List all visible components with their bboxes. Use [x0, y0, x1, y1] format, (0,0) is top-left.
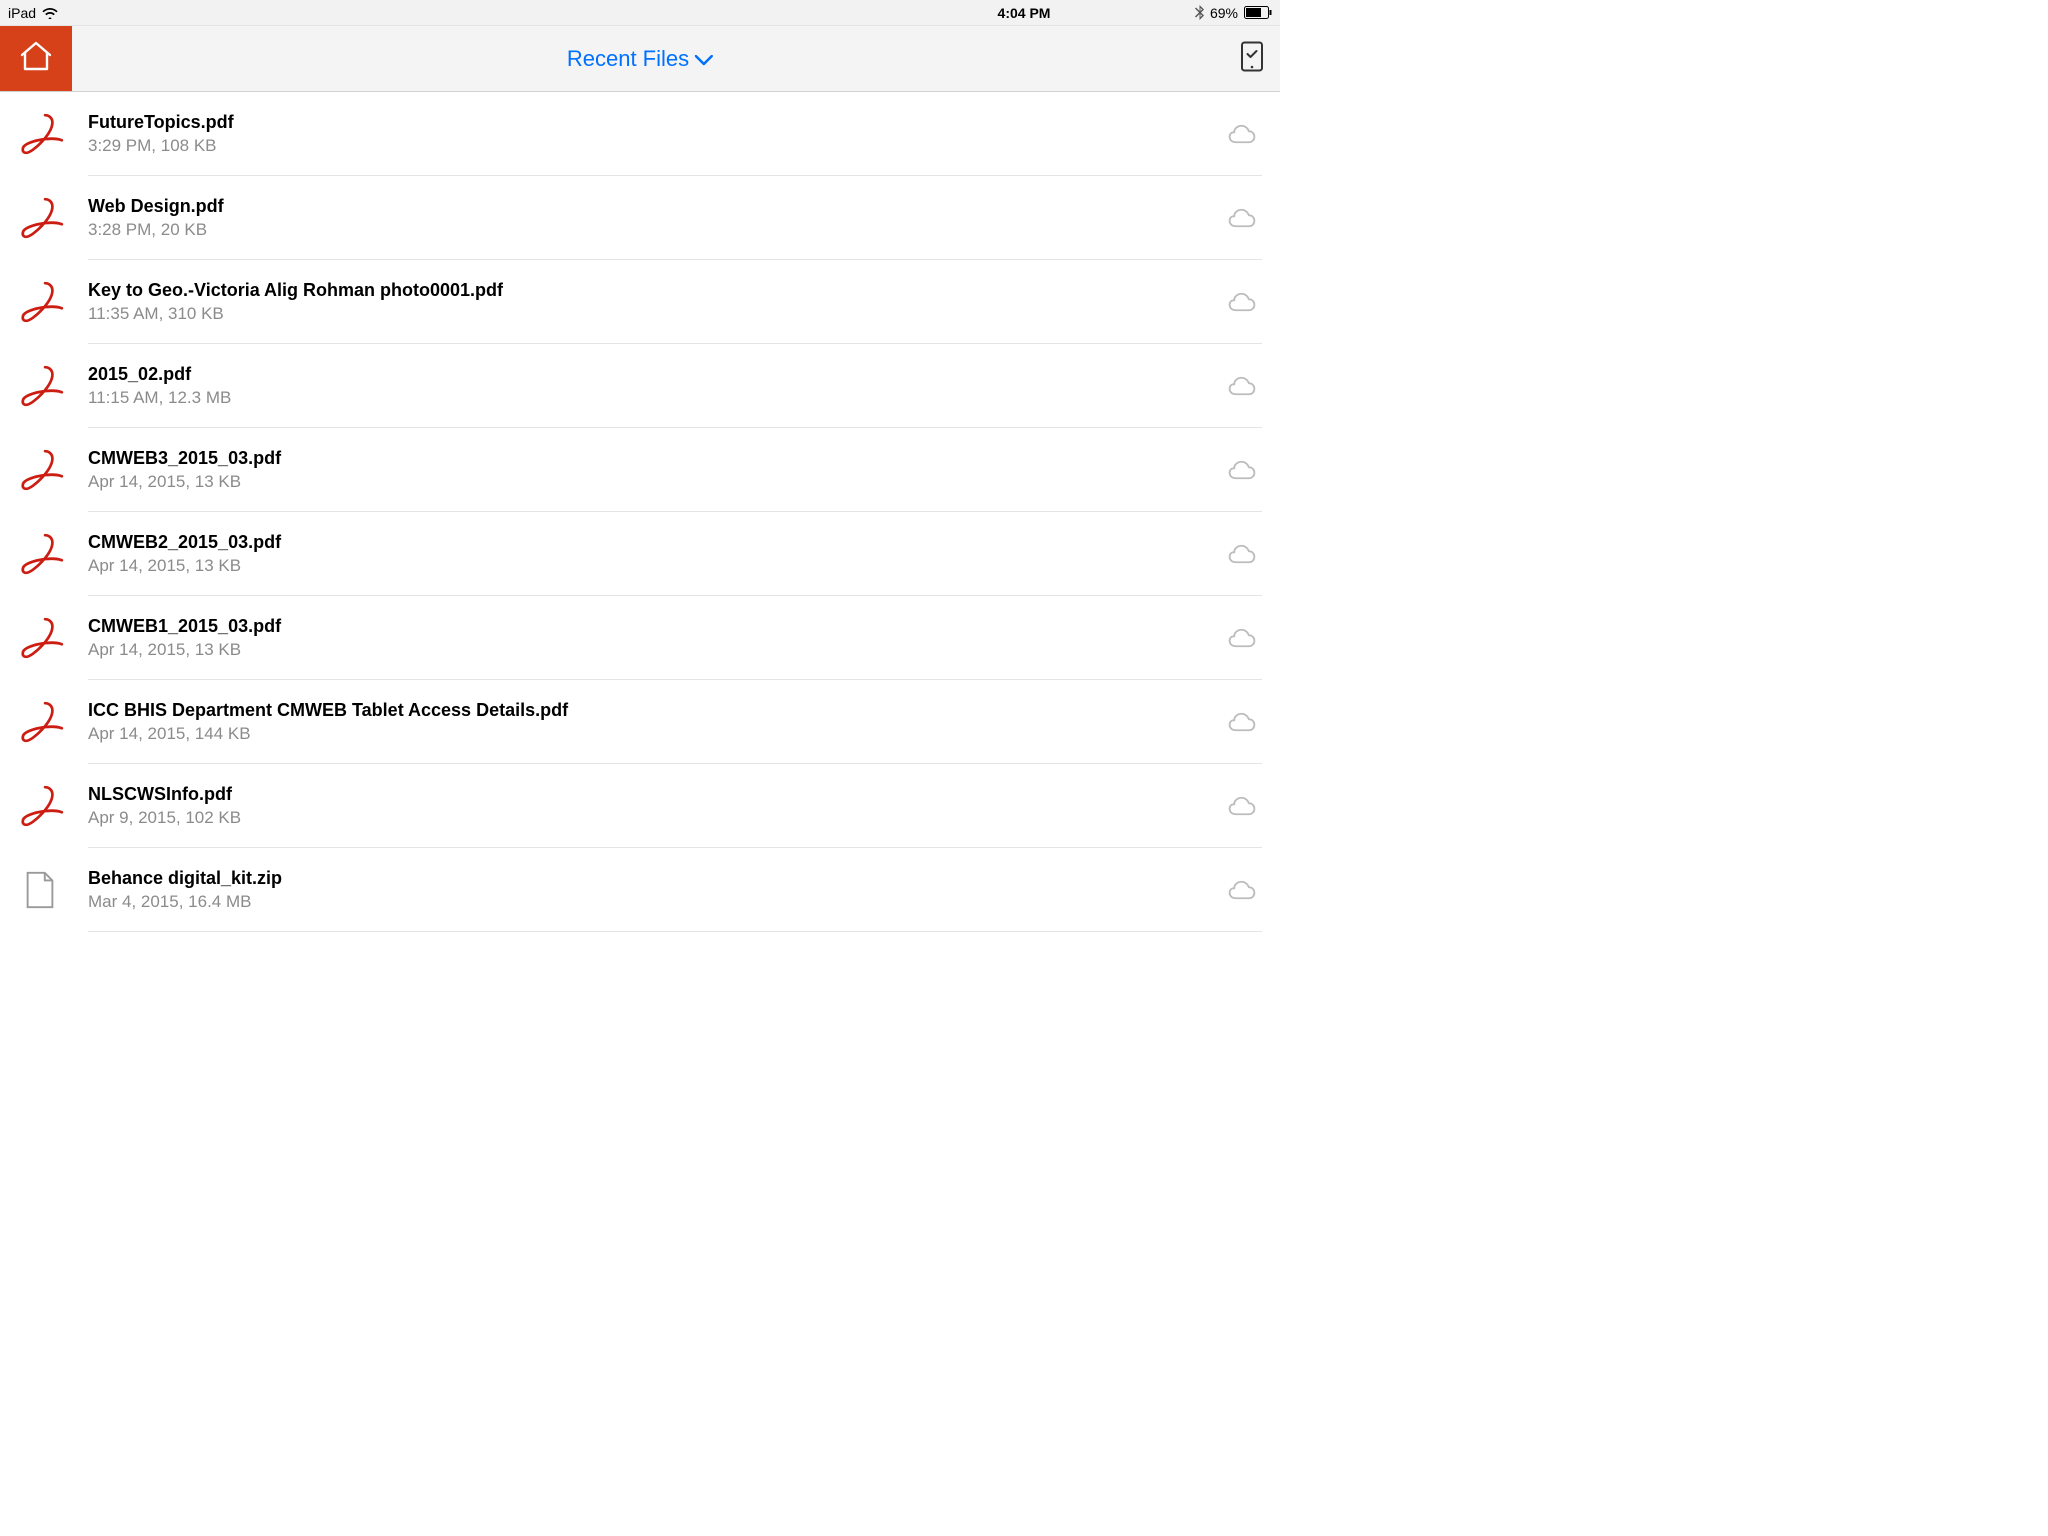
cloud-status-icon[interactable] [1222, 92, 1262, 176]
file-meta: Apr 14, 2015, 13 KB [88, 556, 1210, 576]
cloud-status-icon[interactable] [1222, 428, 1262, 512]
file-meta: 11:35 AM, 310 KB [88, 304, 1210, 324]
file-row[interactable]: ICC BHIS Department CMWEB Tablet Access … [0, 680, 1280, 764]
view-selector[interactable]: Recent Files [567, 46, 713, 72]
pdf-icon [20, 615, 88, 661]
file-row[interactable]: NLSCWSInfo.pdf Apr 9, 2015, 102 KB [0, 764, 1280, 848]
file-name: Behance digital_kit.zip [88, 868, 1210, 889]
file-row[interactable]: FutureTopics.pdf 3:29 PM, 108 KB [0, 92, 1280, 176]
cloud-status-icon[interactable] [1222, 596, 1262, 680]
device-check-icon [1240, 59, 1264, 76]
pdf-icon [20, 447, 88, 493]
pdf-icon [20, 111, 88, 157]
file-row[interactable]: CMWEB2_2015_03.pdf Apr 14, 2015, 13 KB [0, 512, 1280, 596]
status-time: 4:04 PM [998, 5, 1051, 21]
pdf-icon [20, 279, 88, 325]
file-name: 2015_02.pdf [88, 364, 1210, 385]
file-name: CMWEB2_2015_03.pdf [88, 532, 1210, 553]
cloud-status-icon[interactable] [1222, 260, 1262, 344]
file-name: NLSCWSInfo.pdf [88, 784, 1210, 805]
file-list: FutureTopics.pdf 3:29 PM, 108 KB Web Desig… [0, 92, 1280, 932]
chevron-down-icon [695, 46, 713, 72]
cloud-status-icon[interactable] [1222, 680, 1262, 764]
file-row[interactable]: CMWEB1_2015_03.pdf Apr 14, 2015, 13 KB [0, 596, 1280, 680]
file-meta: Mar 4, 2015, 16.4 MB [88, 892, 1210, 912]
file-meta: Apr 9, 2015, 102 KB [88, 808, 1210, 828]
cloud-status-icon[interactable] [1222, 512, 1262, 596]
battery-icon [1244, 6, 1272, 19]
cloud-status-icon[interactable] [1222, 848, 1262, 932]
file-name: CMWEB1_2015_03.pdf [88, 616, 1210, 637]
wifi-icon [42, 7, 58, 19]
file-name: Web Design.pdf [88, 196, 1210, 217]
file-name: ICC BHIS Department CMWEB Tablet Access … [88, 700, 1210, 721]
file-row[interactable]: Web Design.pdf 3:28 PM, 20 KB [0, 176, 1280, 260]
file-row[interactable]: CMWEB3_2015_03.pdf Apr 14, 2015, 13 KB [0, 428, 1280, 512]
file-icon [20, 867, 88, 913]
bluetooth-icon [1195, 5, 1204, 20]
battery-pct: 69% [1210, 5, 1238, 21]
device-sync-button[interactable] [1240, 40, 1264, 77]
cloud-status-icon[interactable] [1222, 344, 1262, 428]
carrier-label: iPad [8, 5, 36, 21]
file-meta: 11:15 AM, 12.3 MB [88, 388, 1210, 408]
pdf-icon [20, 363, 88, 409]
file-row[interactable]: Behance digital_kit.zip Mar 4, 2015, 16.4… [0, 848, 1280, 932]
cloud-status-icon[interactable] [1222, 764, 1262, 848]
file-meta: Apr 14, 2015, 13 KB [88, 472, 1210, 492]
view-title: Recent Files [567, 46, 689, 72]
file-name: FutureTopics.pdf [88, 112, 1210, 133]
pdf-icon [20, 195, 88, 241]
pdf-icon [20, 699, 88, 745]
file-meta: Apr 14, 2015, 13 KB [88, 640, 1210, 660]
cloud-status-icon[interactable] [1222, 176, 1262, 260]
file-row[interactable]: 2015_02.pdf 11:15 AM, 12.3 MB [0, 344, 1280, 428]
file-meta: Apr 14, 2015, 144 KB [88, 724, 1210, 744]
file-meta: 3:29 PM, 108 KB [88, 136, 1210, 156]
file-row[interactable]: Key to Geo.-Victoria Alig Rohman photo00… [0, 260, 1280, 344]
file-name: Key to Geo.-Victoria Alig Rohman photo00… [88, 280, 1210, 301]
pdf-icon [20, 531, 88, 577]
status-bar: iPad 4:04 PM 69% [0, 0, 1280, 26]
toolbar: Recent Files [0, 26, 1280, 92]
pdf-icon [20, 783, 88, 829]
home-button[interactable] [0, 26, 72, 91]
file-meta: 3:28 PM, 20 KB [88, 220, 1210, 240]
file-name: CMWEB3_2015_03.pdf [88, 448, 1210, 469]
home-icon [18, 40, 54, 77]
